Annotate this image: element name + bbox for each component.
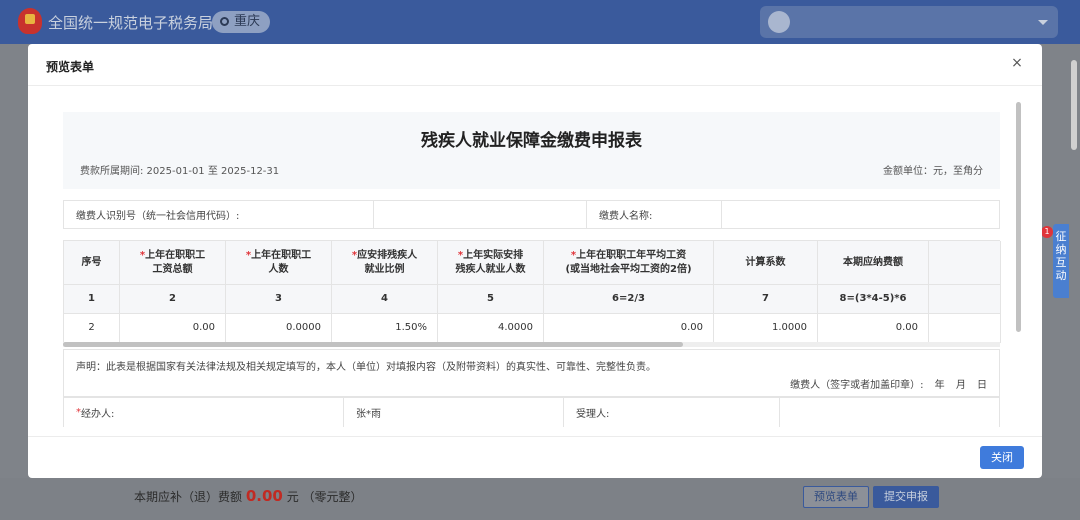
formula-cell: 2	[120, 285, 226, 314]
modal-scrollbar[interactable]	[1016, 102, 1021, 332]
payable-amount: 0.00	[245, 487, 283, 505]
column-header: 本期应纳费额	[818, 241, 929, 285]
data-cell: 2	[64, 314, 120, 343]
payer-name-value	[722, 201, 999, 228]
receiver-value	[780, 398, 999, 427]
fee-period: 费款所属期间: 2025-01-01 至 2025-12-31	[80, 166, 280, 177]
payer-id-value	[374, 201, 587, 228]
formula-cell: 8=(3*4-5)*6	[818, 285, 929, 314]
handler-value: 张*雨	[344, 398, 564, 427]
column-header: *上年在职职工年平均工资 (或当地社会平均工资的2倍)	[544, 241, 714, 285]
data-cell: 1.50%	[332, 314, 438, 343]
data-cell	[929, 314, 1001, 343]
data-cell: 0.00	[818, 314, 929, 343]
column-header: 计算系数	[714, 241, 818, 285]
notification-badge: 1	[1041, 226, 1053, 238]
payer-name-label: 缴费人名称:	[587, 201, 722, 228]
payable-summary: 本期应补（退）费额 0.00 元 （零元整）	[134, 487, 363, 505]
data-cell: 0.00	[544, 314, 714, 343]
tax-emblem-icon	[18, 8, 42, 34]
table-scrollbar[interactable]	[63, 342, 683, 347]
modal-footer	[28, 436, 1042, 478]
interaction-side-tab[interactable]: 征纳互动	[1053, 224, 1069, 298]
data-cell: 1.0000	[714, 314, 818, 343]
column-header-text: 上年在职职工	[145, 249, 206, 261]
preview-form-button[interactable]: 预览表单	[803, 486, 869, 508]
handler-row: * 经办人: 张*雨 受理人:	[63, 397, 1000, 427]
column-header: *上年在职职工 工资总额	[120, 241, 226, 285]
column-header-text: 上年在职职工年平均工资	[576, 249, 687, 261]
close-icon[interactable]: ×	[1010, 56, 1024, 70]
modal-header: 预览表单 ×	[28, 44, 1042, 86]
column-header: *上年在职职工 人数	[226, 241, 332, 285]
column-header: *上年实际安排 残疾人就业人数	[438, 241, 544, 285]
payer-id-label: 缴费人识别号（统一社会信用代码）:	[64, 201, 374, 228]
data-cell: 4.0000	[438, 314, 544, 343]
avatar	[768, 11, 790, 33]
form-header: 残疾人就业保障金缴费申报表 费款所属期间: 2025-01-01 至 2025-…	[63, 112, 1000, 189]
close-button[interactable]: 关闭	[980, 446, 1024, 469]
column-header-text: 就业比例	[364, 263, 405, 275]
payer-info-row: 缴费人识别号（统一社会信用代码）: 缴费人名称:	[63, 200, 1000, 229]
data-cell: 0.0000	[226, 314, 332, 343]
modal-title: 预览表单	[46, 60, 95, 74]
column-header: 序号	[64, 241, 120, 285]
column-header-text: 上年在职职工	[251, 249, 312, 261]
payable-suffix: 元 （零元整）	[286, 490, 363, 504]
column-header-text: 应安排残疾人	[357, 249, 418, 261]
formula-cell	[929, 285, 1001, 314]
fee-table: 序号 *上年在职职工 工资总额 *上年在职职工 人数 *应安排残疾人 就业比例 *上年实际安排…	[63, 240, 1001, 343]
formula-cell: 4	[332, 285, 438, 314]
location-pin-icon	[220, 17, 229, 26]
column-header-text: 人数	[268, 263, 289, 275]
user-menu[interactable]	[760, 6, 1058, 38]
column-header-text: (或当地社会平均工资的2倍)	[565, 263, 692, 275]
payable-label: 本期应补（退）费额	[134, 490, 243, 504]
amount-unit: 金额单位：元，至角分	[883, 166, 983, 177]
formula-cell: 6=2/3	[544, 285, 714, 314]
declaration-text: 声明：此表是根据国家有关法律法规及相关规定填写的，本人（单位）对填报内容（及附带…	[76, 362, 656, 373]
column-header: *应安排残疾人 就业比例	[332, 241, 438, 285]
formula-cell: 1	[64, 285, 120, 314]
data-cell: 0.00	[120, 314, 226, 343]
receiver-label: 受理人:	[564, 398, 780, 427]
region-selector[interactable]: 重庆	[212, 11, 271, 33]
form-title: 残疾人就业保障金缴费申报表	[421, 131, 642, 151]
app-title: 全国统一规范电子税务局	[48, 14, 214, 32]
submit-declaration-button[interactable]: 提交申报	[873, 486, 939, 508]
app-header: 全国统一规范电子税务局 重庆	[0, 0, 1080, 44]
region-label: 重庆	[234, 14, 261, 29]
column-header-text: 工资总额	[152, 263, 193, 275]
chevron-down-icon	[1038, 20, 1048, 25]
column-header-text: 计算系数	[745, 256, 786, 268]
column-header-text: 序号	[81, 256, 102, 268]
declaration-box: 声明：此表是根据国家有关法律法规及相关规定填写的，本人（单位）对填报内容（及附带…	[63, 349, 1000, 397]
handler-label: 经办人:	[81, 409, 115, 420]
formula-cell: 3	[226, 285, 332, 314]
signature-line: 缴费人（签字或者加盖印章）: 年 月 日	[790, 380, 987, 391]
preview-modal: 预览表单 × 残疾人就业保障金缴费申报表 费款所属期间: 2025-01-01 …	[28, 44, 1042, 478]
page-scrollbar[interactable]	[1071, 60, 1077, 150]
column-header-text: 上年实际安排	[463, 249, 524, 261]
formula-cell: 5	[438, 285, 544, 314]
column-header-text: 本期应纳费额	[843, 256, 903, 268]
formula-cell: 7	[714, 285, 818, 314]
column-header-text: 残疾人就业人数	[455, 263, 526, 275]
handler-label-cell: * 经办人:	[64, 398, 344, 427]
column-header	[929, 241, 1001, 285]
